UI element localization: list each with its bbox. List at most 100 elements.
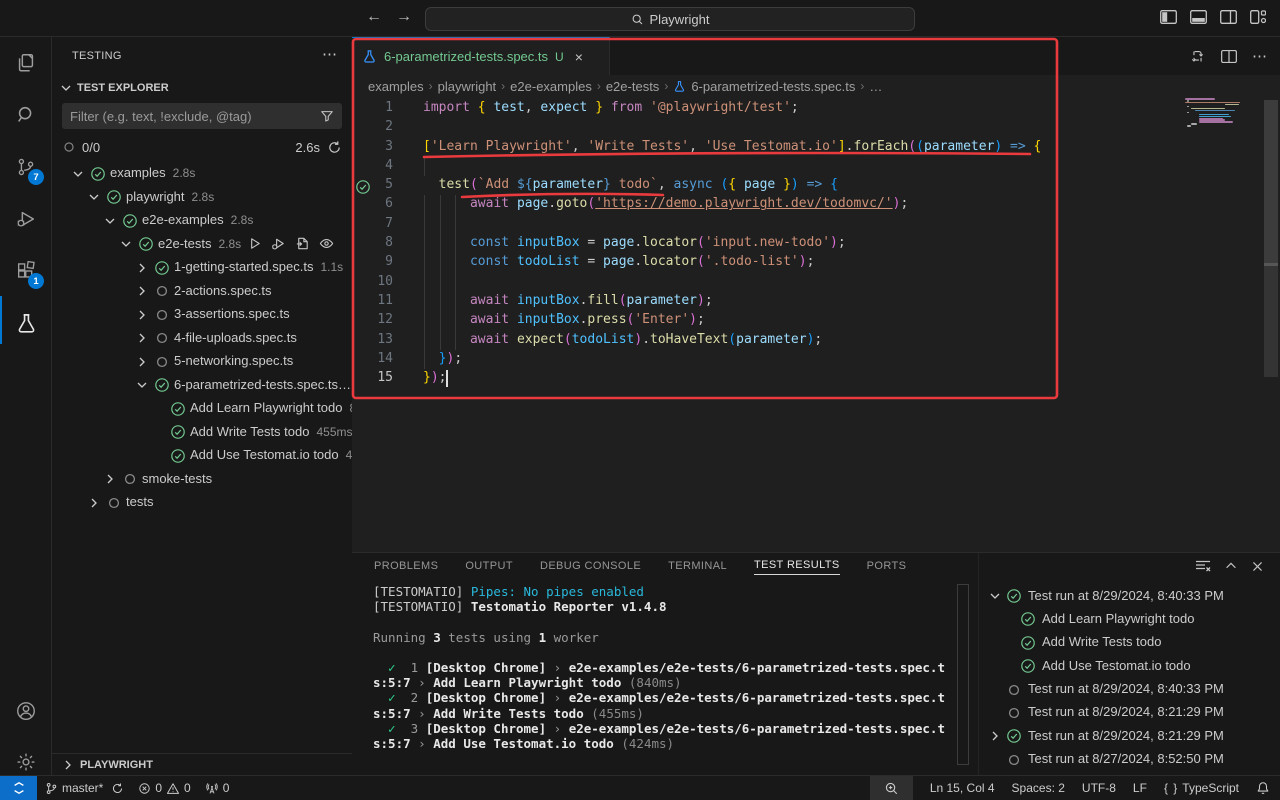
test-tree-item[interactable]: 6-parametrized-tests.spec.ts…	[52, 374, 352, 398]
panel-tab-problems[interactable]: PROBLEMS	[374, 560, 438, 575]
minimap[interactable]	[1185, 98, 1253, 126]
test-tree-item[interactable]: Add Use Testomat.io todo42…	[52, 444, 352, 468]
breadcrumb-item[interactable]: 6-parametrized-tests.spec.ts	[691, 79, 855, 94]
panel-tab-debug-console[interactable]: DEBUG CONSOLE	[540, 560, 641, 575]
chevron-down-icon[interactable]	[102, 213, 118, 229]
open-changes-icon[interactable]	[1189, 48, 1206, 65]
test-result-row[interactable]: Add Write Tests todo	[979, 631, 1280, 654]
nav-forward-icon[interactable]: →	[396, 8, 412, 26]
playwright-section-header[interactable]: PLAYWRIGHT	[52, 753, 352, 775]
eol-sequence[interactable]: LF	[1133, 781, 1147, 795]
feedback-status[interactable]: 0	[205, 781, 230, 795]
breadcrumb-item[interactable]: …	[869, 79, 882, 94]
indentation[interactable]: Spaces: 2	[1012, 781, 1065, 795]
code-line-14[interactable]: 14 });	[352, 350, 1280, 369]
chevron-right-icon[interactable]	[102, 471, 118, 487]
test-result-row[interactable]: Add Use Testomat.io todo	[979, 654, 1280, 677]
remote-indicator[interactable]	[0, 776, 37, 800]
cursor-position[interactable]: Ln 15, Col 4	[930, 781, 995, 795]
chevron-down-icon[interactable]	[134, 377, 150, 393]
code-line-3[interactable]: 3['Learn Playwright', 'Write Tests', 'Us…	[352, 138, 1280, 157]
testing-beaker-icon[interactable]	[0, 299, 52, 347]
chevron-right-icon[interactable]	[134, 354, 150, 370]
test-tree-item[interactable]: Add Write Tests todo455ms	[52, 421, 352, 445]
notifications-bell-icon[interactable]	[1256, 781, 1270, 795]
test-tree-item[interactable]: examples2.8s	[52, 162, 352, 186]
more-actions-icon[interactable]: ⋯	[1252, 47, 1268, 65]
code-line-5[interactable]: 5 test(`Add ${parameter} todo`, async ({…	[352, 176, 1280, 195]
code-line-7[interactable]: 7	[352, 215, 1280, 234]
test-filter-input[interactable]: Filter (e.g. text, !exclude, @tag)	[62, 103, 342, 129]
test-tree-item[interactable]: 5-networking.spec.ts	[52, 350, 352, 374]
test-tree-item[interactable]: 3-assertions.spec.ts	[52, 303, 352, 327]
tab-6-parametrized-tests[interactable]: 6-parametrized-tests.spec.ts U ×	[352, 37, 610, 75]
code-line-15[interactable]: 15});	[352, 369, 1280, 388]
panel-tab-test-results[interactable]: TEST RESULTS	[754, 559, 840, 575]
git-branch-status[interactable]: master*	[45, 781, 124, 795]
breadcrumb-item[interactable]: e2e-examples	[510, 79, 592, 94]
chevron-right-icon[interactable]	[86, 495, 102, 511]
code-line-10[interactable]: 10	[352, 273, 1280, 292]
breadcrumb-item[interactable]: e2e-tests	[606, 79, 659, 94]
chevron-down-icon[interactable]	[70, 166, 86, 182]
split-editor-icon[interactable]	[1221, 49, 1237, 64]
code-line-13[interactable]: 13 await expect(todoList).toHaveText(par…	[352, 331, 1280, 350]
code-line-11[interactable]: 11 await inputBox.fill(parameter);	[352, 292, 1280, 311]
test-tree-item[interactable]: smoke-tests	[52, 468, 352, 492]
problems-status[interactable]: 0 0	[138, 781, 190, 795]
code-line-2[interactable]: 2	[352, 118, 1280, 137]
test-tree-item[interactable]: Add Learn Playwright todo8…	[52, 397, 352, 421]
panel-tab-ports[interactable]: PORTS	[867, 560, 907, 575]
test-tree-item[interactable]: e2e-tests2.8s	[52, 233, 352, 257]
code-line-8[interactable]: 8 const inputBox = page.locator('input.n…	[352, 234, 1280, 253]
breadcrumb-item[interactable]: examples	[368, 79, 424, 94]
chevron-right-icon[interactable]	[134, 283, 150, 299]
accounts-icon[interactable]	[0, 687, 52, 735]
test-result-row[interactable]: Add Learn Playwright todo	[979, 607, 1280, 630]
chevron-down-icon[interactable]	[86, 189, 102, 205]
extensions-icon[interactable]: 1	[0, 247, 52, 295]
chevron-right-icon[interactable]	[987, 728, 1003, 747]
code-line-1[interactable]: 1import { test, expect } from '@playwrig…	[352, 99, 1280, 118]
search-icon[interactable]	[0, 91, 52, 139]
test-tree-item[interactable]: 1-getting-started.spec.ts1.1s	[52, 256, 352, 280]
toggle-sidebar-icon[interactable]	[1160, 10, 1177, 24]
test-result-row[interactable]: Test run at 8/29/2024, 8:40:33 PM	[979, 584, 1280, 607]
toggle-panel-icon[interactable]	[1190, 10, 1207, 24]
toggle-secondary-sidebar-icon[interactable]	[1220, 10, 1237, 24]
command-center-search[interactable]: Playwright	[425, 7, 915, 31]
test-tree-item[interactable]: tests	[52, 491, 352, 515]
chevron-down-icon[interactable]	[118, 236, 134, 252]
chevron-right-icon[interactable]	[134, 260, 150, 276]
chevron-right-icon[interactable]	[134, 307, 150, 323]
test-explorer-section-header[interactable]: TEST EXPLORER	[58, 80, 169, 96]
customize-layout-icon[interactable]	[1250, 10, 1266, 24]
run-icon[interactable]	[247, 236, 262, 254]
code-line-4[interactable]: 4	[352, 157, 1280, 176]
tab-close-icon[interactable]: ×	[575, 49, 583, 65]
run-debug-icon[interactable]	[0, 195, 52, 243]
breadcrumb[interactable]: examples›playwright›e2e-examples›e2e-tes…	[368, 75, 882, 97]
test-tree-item[interactable]: 4-file-uploads.spec.ts	[52, 327, 352, 351]
test-tree-item[interactable]: playwright2.8s	[52, 186, 352, 210]
breadcrumb-item[interactable]: playwright	[438, 79, 497, 94]
code-line-6[interactable]: 6 await page.goto('https://demo.playwrig…	[352, 195, 1280, 214]
sync-icon[interactable]	[111, 782, 124, 795]
refresh-icon[interactable]	[327, 140, 342, 155]
language-mode[interactable]: { } TypeScript	[1164, 781, 1239, 795]
code-editor[interactable]: 1import { test, expect } from '@playwrig…	[352, 99, 1280, 388]
nav-back-icon[interactable]: ←	[366, 8, 382, 26]
panel-tab-terminal[interactable]: TERMINAL	[668, 560, 727, 575]
filter-funnel-icon[interactable]	[320, 109, 334, 123]
watch-icon[interactable]	[319, 236, 334, 254]
test-results-output[interactable]: [TESTOMATIO] Pipes: No pipes enabled[TES…	[373, 584, 963, 751]
test-result-row[interactable]: Test run at 8/27/2024, 8:52:50 PM	[979, 748, 1280, 771]
test-result-row[interactable]: Test run at 8/29/2024, 8:21:29 PM	[979, 701, 1280, 724]
test-result-row[interactable]: Test run at 8/29/2024, 8:21:29 PM	[979, 724, 1280, 747]
explorer-icon[interactable]	[0, 39, 52, 87]
terminal-scrollbar[interactable]	[957, 584, 969, 765]
chevron-right-icon[interactable]	[134, 330, 150, 346]
chevron-down-icon[interactable]	[987, 588, 1003, 607]
test-result-row[interactable]: Test run at 8/29/2024, 8:40:33 PM	[979, 678, 1280, 701]
test-tree-item[interactable]: 2-actions.spec.ts	[52, 280, 352, 304]
